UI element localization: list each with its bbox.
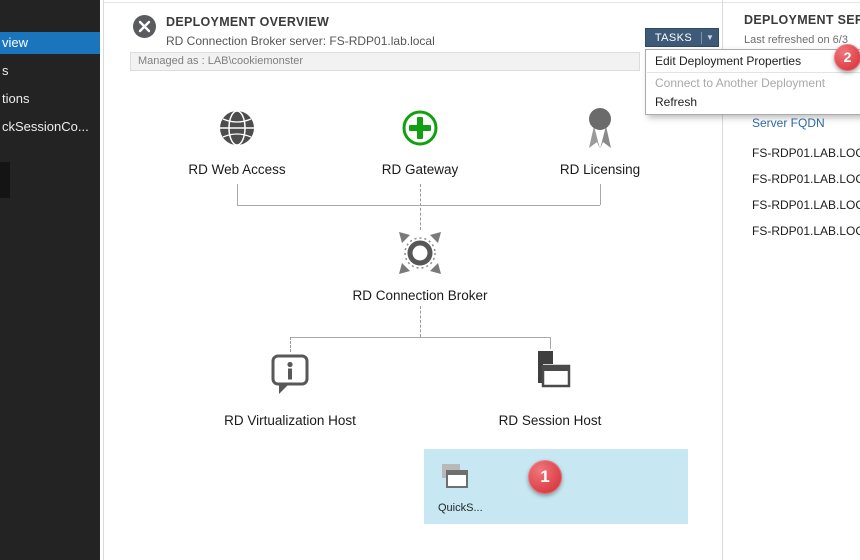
server-row[interactable]: FS-RDP01.LAB.LOCAL — [752, 218, 860, 244]
menu-item-connect-to-another-deployment[interactable]: Connect to Another Deployment — [646, 74, 860, 93]
collection-name-label: QuickS... — [438, 502, 483, 514]
deployment-servers-title: DEPLOYMENT SERVERS — [744, 13, 860, 27]
tasks-dropdown-menu: Edit Deployment Properties Connect to An… — [645, 49, 860, 115]
server-row[interactable]: FS-RDP01.LAB.LOCAL — [752, 192, 860, 218]
rd-virtualization-host-label: RD Virtualization Host — [224, 413, 356, 428]
connector-line-dashed — [290, 337, 291, 352]
sidebar-item-servers[interactable]: s — [0, 60, 100, 82]
collection-windows-icon — [438, 461, 472, 494]
server-manager-rds-page: view s tions ckSessionCo... DEPLOYMENT O… — [0, 0, 860, 560]
connector-line — [237, 205, 600, 206]
server-list: FS-RDP01.LAB.LOCAL FS-RDP01.LAB.LOCAL FS… — [752, 140, 860, 244]
chevron-down-icon: ▼ — [702, 33, 718, 42]
sidebar-item-collections[interactable]: tions — [0, 88, 100, 110]
deployment-overview-icon — [131, 13, 158, 40]
server-row[interactable]: FS-RDP01.LAB.LOCAL — [752, 166, 860, 192]
sidebar-decoration — [0, 162, 10, 198]
connector-line-dashed — [420, 306, 421, 337]
rds-sidebar: view s tions ckSessionCo... — [0, 0, 100, 560]
server-row[interactable]: FS-RDP01.LAB.LOCAL — [752, 140, 860, 166]
sidebar-item-overview[interactable]: view — [0, 32, 100, 54]
rd-virtualization-host-node[interactable] — [266, 352, 314, 398]
award-ribbon-icon — [578, 104, 622, 154]
vertical-divider — [103, 0, 104, 560]
top-divider — [104, 2, 860, 3]
info-bubble-icon — [266, 352, 314, 398]
connector-line — [237, 184, 238, 205]
session-host-server-icon — [527, 349, 573, 397]
annotation-badge-1: 1 — [528, 460, 562, 494]
add-role-plus-icon — [398, 106, 442, 150]
rd-licensing-label: RD Licensing — [560, 162, 640, 177]
page-title: DEPLOYMENT OVERVIEW — [166, 15, 329, 29]
connector-line — [550, 337, 551, 349]
sidebar-item-label: view — [2, 35, 28, 50]
rd-gateway-node[interactable] — [398, 106, 442, 150]
broker-server-subtitle: RD Connection Broker server: FS-RDP01.la… — [166, 34, 435, 48]
menu-item-edit-deployment-properties[interactable]: Edit Deployment Properties — [646, 52, 860, 71]
rd-connection-broker-label: RD Connection Broker — [352, 288, 487, 303]
sidebar-item-label: s — [2, 63, 9, 78]
sidebar-item-label: ckSessionCo... — [2, 119, 89, 134]
connector-line — [290, 337, 550, 338]
broker-target-icon — [397, 230, 443, 276]
tasks-button[interactable]: TASKS ▼ — [645, 28, 719, 47]
rd-session-host-label: RD Session Host — [499, 413, 602, 428]
rd-session-host-node[interactable] — [527, 349, 573, 397]
menu-item-refresh[interactable]: Refresh — [646, 93, 860, 112]
rd-connection-broker-node[interactable] — [397, 230, 443, 276]
rd-web-access-label: RD Web Access — [188, 162, 285, 177]
rd-licensing-node[interactable] — [578, 104, 622, 154]
rd-gateway-label: RD Gateway — [382, 162, 459, 177]
column-header-server-fqdn[interactable]: Server FQDN — [752, 116, 825, 130]
tasks-button-label: TASKS — [646, 32, 701, 44]
connector-line-dashed — [420, 184, 421, 230]
globe-icon — [215, 106, 259, 150]
menu-separator — [647, 72, 860, 73]
connector-line — [600, 184, 601, 205]
last-refreshed-text: Last refreshed on 6/3 — [744, 34, 848, 46]
rd-web-access-node[interactable] — [215, 106, 259, 150]
annotation-badge-2: 2 — [834, 44, 860, 71]
sidebar-item-label: tions — [2, 91, 29, 106]
sidebar-item-quicksessioncollection[interactable]: ckSessionCo... — [0, 116, 100, 138]
managed-as-bar: Managed as : LAB\cookiemonster — [130, 52, 640, 71]
